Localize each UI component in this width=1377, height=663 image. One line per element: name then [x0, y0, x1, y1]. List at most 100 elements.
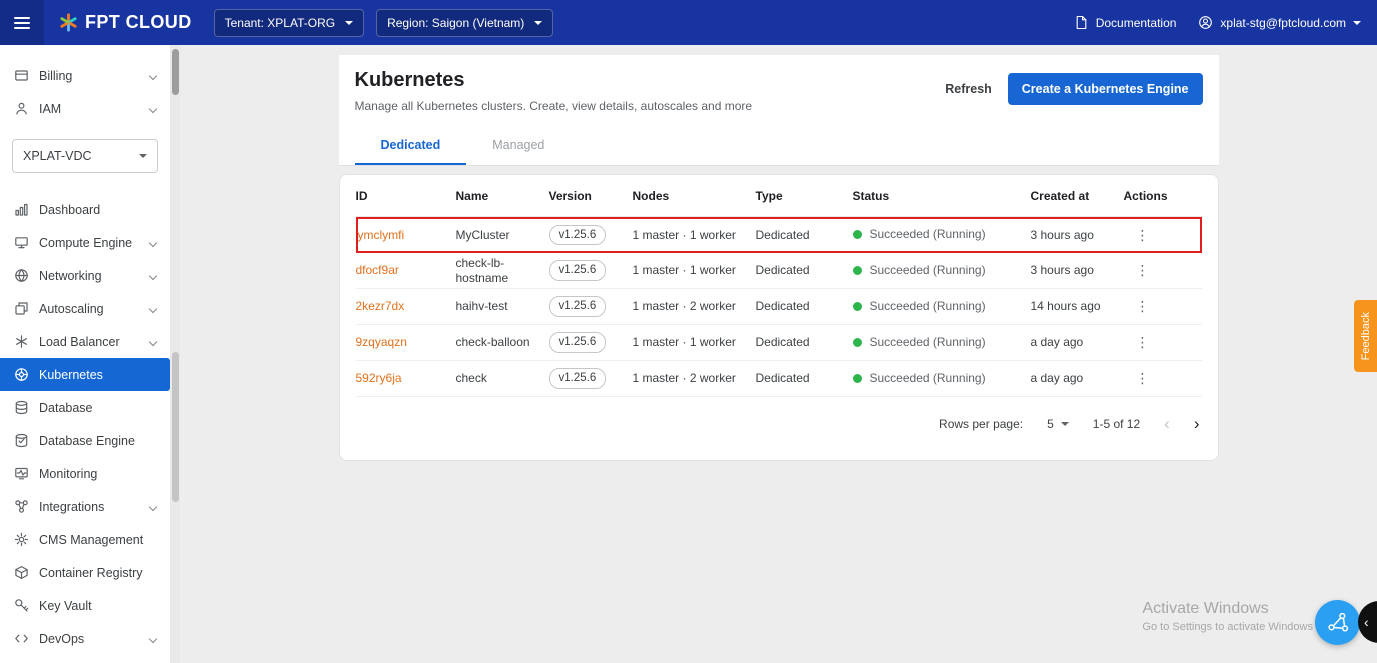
row-actions-button[interactable]: ⋮: [1124, 227, 1150, 244]
key-vault-icon: [14, 598, 29, 613]
scrollbar-thumb[interactable]: [171, 352, 179, 502]
windows-activation-watermark: Activate Windows Go to Settings to activ…: [1142, 600, 1313, 633]
next-page-button[interactable]: ›: [1194, 415, 1200, 432]
cell-type: Dedicated: [755, 253, 853, 289]
cell-status: Succeeded (Running): [852, 361, 1031, 397]
sidebar-item-label: Load Balancer: [39, 334, 120, 349]
rows-per-page-label: Rows per page:: [939, 416, 1024, 431]
column-header-type: Type: [755, 175, 853, 217]
scrollbar-thumb[interactable]: [171, 49, 179, 95]
sidebar-item-monitoring[interactable]: Monitoring: [0, 457, 170, 490]
sidebar-top-section: Billing IAM: [0, 45, 170, 125]
sidebar-item-iam[interactable]: IAM: [0, 92, 170, 125]
feedback-tab[interactable]: Feedback: [1354, 300, 1377, 372]
row-actions-button[interactable]: ⋮: [1124, 370, 1150, 387]
cell-id: 2kezr7dx: [355, 289, 456, 325]
cell-type: Dedicated: [755, 361, 853, 397]
cluster-id-link[interactable]: dfocf9ar: [356, 263, 399, 277]
sidebar-item-load-balancer[interactable]: Load Balancer: [0, 325, 170, 358]
tab-managed[interactable]: Managed: [466, 127, 570, 165]
sidebar-item-devops[interactable]: DevOps: [0, 622, 170, 655]
sidebar-item-dashboard[interactable]: Dashboard: [0, 193, 170, 226]
chevron-down-icon: [148, 271, 158, 280]
vdc-select[interactable]: XPLAT-VDC: [12, 139, 158, 173]
tenant-select[interactable]: Tenant: XPLAT-ORG: [213, 8, 365, 37]
cell-status: Succeeded (Running): [852, 325, 1031, 361]
cell-nodes: 1 master · 1 worker: [632, 253, 756, 289]
user-icon: [1198, 15, 1213, 30]
cell-type: Dedicated: [755, 289, 853, 325]
sidebar-item-compute-engine[interactable]: Compute Engine: [0, 226, 170, 259]
sidebar-scrollbar[interactable]: [170, 45, 180, 663]
clusters-table-card: ID Name Version Nodes Type Status Created at Ac…: [338, 174, 1219, 461]
prev-page-button[interactable]: ‹: [1164, 415, 1170, 432]
integrations-icon: [14, 499, 29, 514]
row-actions-button[interactable]: ⋮: [1124, 262, 1150, 279]
cell-nodes: 1 master · 1 worker: [632, 217, 756, 253]
chevron-down-icon: [148, 634, 158, 643]
cell-name: check: [455, 361, 549, 397]
kubernetes-icon: [14, 367, 29, 382]
column-header-actions: Actions: [1123, 175, 1202, 217]
rows-per-page-select[interactable]: 5: [1047, 417, 1069, 431]
hamburger-menu-button[interactable]: [0, 0, 44, 45]
sidebar-item-autoscaling[interactable]: Autoscaling: [0, 292, 170, 325]
dashboard-icon: [14, 202, 29, 217]
sidebar-item-billing[interactable]: Billing: [0, 59, 170, 92]
cluster-id-link[interactable]: ymclymfi: [358, 228, 405, 242]
tabs-bar: Dedicated Managed: [354, 127, 1203, 165]
refresh-button[interactable]: Refresh: [945, 82, 992, 96]
sidebar-item-label: Container Registry: [39, 565, 143, 580]
rows-per-page-value: 5: [1047, 416, 1054, 431]
cell-created-at: 3 hours ago: [1030, 253, 1124, 289]
row-actions-button[interactable]: ⋮: [1124, 298, 1150, 315]
chevron-down-icon: [1353, 20, 1361, 25]
sidebar-item-label: CMS Management: [39, 532, 144, 547]
main-content: Kubernetes Manage all Kubernetes cluster…: [180, 45, 1377, 663]
sidebar-item-label: Monitoring: [39, 466, 98, 481]
cell-actions: ⋮: [1123, 217, 1202, 253]
sidebar-item-integrations[interactable]: Integrations: [0, 490, 170, 523]
table-row: ymclymfi MyCluster v1.25.6 1 master · 1 wor…: [355, 217, 1202, 253]
table-row: dfocf9ar check-lb-hostname v1.25.6 1 master…: [355, 253, 1202, 289]
page-title: Kubernetes: [354, 69, 465, 91]
sidebar-item-database-engine[interactable]: Database Engine: [0, 424, 170, 457]
status-dot: [852, 301, 862, 311]
brand-text: FPT CLOUD: [85, 12, 192, 32]
sidebar-item-label: Networking: [39, 268, 102, 283]
documentation-link[interactable]: Documentation: [1074, 15, 1176, 30]
sidebar-item-label: Database Engine: [39, 433, 135, 448]
sidebar-item-networking[interactable]: Networking: [0, 259, 170, 292]
chevron-down-icon: [148, 337, 158, 346]
assistant-chat-button[interactable]: [1315, 600, 1360, 645]
cluster-id-link[interactable]: 2kezr7dx: [356, 299, 405, 313]
cell-status: Succeeded (Running): [852, 289, 1031, 325]
column-header-nodes: Nodes: [632, 175, 756, 217]
cell-nodes: 1 master · 1 worker: [632, 325, 756, 361]
tenant-label: Tenant: XPLAT-ORG: [224, 15, 336, 30]
status-dot: [852, 265, 862, 275]
region-select[interactable]: Region: Saigon (Vietnam): [376, 8, 554, 37]
cluster-id-link[interactable]: 9zqyaqzn: [356, 335, 407, 349]
version-badge: v1.25.6: [548, 296, 607, 317]
page-header-panel: Kubernetes Manage all Kubernetes cluster…: [338, 55, 1219, 166]
sidebar-item-key-vault[interactable]: Key Vault: [0, 589, 170, 622]
account-email: xplat-stg@fptcloud.com: [1220, 15, 1346, 30]
row-actions-button[interactable]: ⋮: [1124, 334, 1150, 351]
sidebar-item-cms-management[interactable]: CMS Management: [0, 523, 170, 556]
sidebar-item-kubernetes[interactable]: Kubernetes: [0, 358, 170, 391]
sidebar-item-label: Database: [39, 400, 93, 415]
chevron-down-icon: [534, 20, 543, 25]
chevron-down-icon: [345, 20, 354, 25]
version-badge: v1.25.6: [548, 260, 607, 281]
networking-icon: [14, 268, 29, 283]
sidebar-item-container-registry[interactable]: Container Registry: [0, 556, 170, 589]
tab-dedicated[interactable]: Dedicated: [354, 127, 467, 165]
cell-version: v1.25.6: [548, 361, 633, 397]
sidebar-item-database[interactable]: Database: [0, 391, 170, 424]
create-kubernetes-engine-button[interactable]: Create a Kubernetes Engine: [1007, 73, 1203, 105]
table-row: 2kezr7dx haihv-test v1.25.6 1 master · 2 wo…: [355, 289, 1202, 325]
account-menu[interactable]: xplat-stg@fptcloud.com: [1198, 15, 1361, 30]
watermark-line2: Go to Settings to activate Windows: [1142, 621, 1313, 633]
cluster-id-link[interactable]: 592ry6ja: [356, 371, 402, 385]
